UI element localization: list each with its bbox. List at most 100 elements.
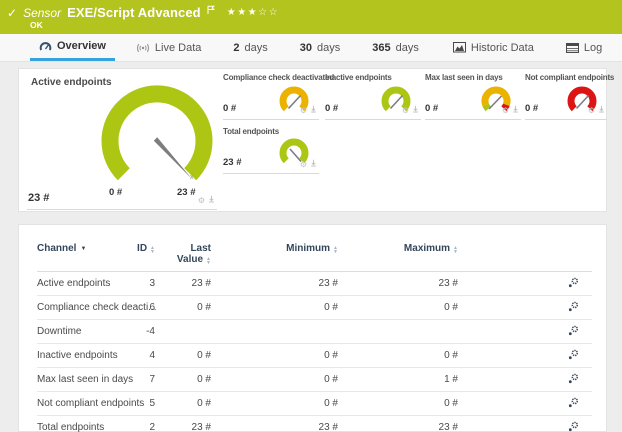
table-row: Not compliant endpoints 5 0 # 0 # 0 # — [37, 392, 592, 416]
table-row: Compliance check deacti... 6 0 # 0 # 0 # — [37, 296, 592, 320]
pin-icon[interactable] — [598, 100, 605, 118]
channel-last-value: 23 # — [155, 416, 211, 432]
channel-last-value: 0 # — [155, 368, 211, 392]
channel-settings-icon[interactable] — [568, 376, 579, 387]
channel-maximum: 1 # — [338, 368, 458, 392]
channels-table: Channel ID LastValue Minimum Maximum Act… — [37, 241, 592, 432]
sort-icon — [150, 246, 155, 254]
gear-icon[interactable] — [300, 100, 307, 118]
tab-historic-data[interactable]: Historic Data — [444, 34, 543, 61]
channel-settings-icon[interactable] — [568, 328, 579, 339]
gauge-title: Not compliant endpoints — [525, 73, 614, 82]
sensor-status-text: OK — [30, 20, 43, 30]
channel-last-value — [155, 320, 211, 344]
tab-log-label: Log — [584, 42, 602, 54]
priority-stars[interactable]: ★★★☆☆ — [227, 7, 279, 18]
channel-minimum: 0 # — [211, 392, 338, 416]
gauge-current-value: 23 # — [28, 192, 49, 204]
gauge-max-last-seen: Max last seen in days 0 # — [425, 73, 521, 120]
channel-minimum: 0 # — [211, 296, 338, 320]
channel-minimum — [211, 320, 338, 344]
table-header-row: Channel ID LastValue Minimum Maximum — [37, 241, 592, 272]
tab-live-data[interactable]: Live Data — [127, 34, 210, 61]
gauge-title: Total endpoints — [223, 127, 279, 136]
tab-overview[interactable]: Overview — [30, 34, 115, 61]
gauge-needle — [577, 96, 589, 109]
pin-icon[interactable] — [208, 190, 215, 208]
column-header-id[interactable]: ID — [117, 241, 155, 272]
sensor-tab-bar: Overview Live Data 2 days 30 days 365 da… — [0, 34, 622, 62]
gauge-inactive-endpoints: Inactive endpoints 0 # — [325, 73, 421, 120]
object-kind-label: Sensor — [23, 6, 61, 20]
channel-maximum: 0 # — [338, 296, 458, 320]
gauge-active-endpoints: Active endpoints x 0 # 23 # 23 # — [27, 71, 217, 210]
gauge-current-value: 0 # — [223, 103, 236, 114]
channel-settings-icon[interactable] — [568, 424, 579, 432]
gauge-needle — [391, 96, 403, 109]
channel-name: Max last seen in days — [37, 368, 117, 392]
log-list-icon — [566, 43, 579, 53]
channel-name: Not compliant endpoints — [37, 392, 117, 416]
sort-icon — [333, 246, 338, 254]
tab-365-days-number: 365 — [372, 42, 390, 54]
channel-settings-icon[interactable] — [568, 280, 579, 291]
channel-settings-icon[interactable] — [568, 304, 579, 315]
active-endpoints-gauge-chart — [99, 83, 215, 199]
table-row: Total endpoints 2 23 # 23 # 23 # — [37, 416, 592, 432]
gauge-needle — [154, 137, 192, 179]
pin-icon[interactable] — [310, 154, 317, 172]
tab-log[interactable]: Log — [557, 34, 611, 61]
channel-name: Total endpoints — [37, 416, 117, 432]
pin-icon[interactable] — [512, 100, 519, 118]
needle-tip-marker: x — [190, 174, 194, 181]
column-header-settings — [458, 241, 592, 272]
sensor-title: EXE/Script Advanced — [67, 5, 201, 20]
table-row: Downtime -4 — [37, 320, 592, 344]
gear-icon[interactable] — [588, 100, 595, 118]
table-row: Max last seen in days 7 0 # 0 # 1 # — [37, 368, 592, 392]
gear-icon[interactable] — [300, 154, 307, 172]
tab-2-days[interactable]: 2 days — [224, 34, 276, 61]
gauge-title: Compliance check deactivated — [223, 73, 334, 82]
column-header-last-value[interactable]: LastValue — [155, 241, 211, 272]
channel-name: Compliance check deacti... — [37, 296, 117, 320]
channel-minimum: 0 # — [211, 344, 338, 368]
column-header-maximum[interactable]: Maximum — [338, 241, 458, 272]
channel-maximum: 0 # — [338, 392, 458, 416]
channel-last-value: 0 # — [155, 344, 211, 368]
tab-overview-label: Overview — [57, 40, 106, 52]
gear-icon[interactable] — [502, 100, 509, 118]
gauge-max-label: 23 # — [177, 187, 196, 198]
column-header-channel[interactable]: Channel — [37, 241, 117, 272]
tab-365-days-unit: days — [396, 42, 419, 54]
chart-icon — [453, 42, 466, 53]
column-header-minimum[interactable]: Minimum — [211, 241, 338, 272]
gauge-current-value: 0 # — [425, 103, 438, 114]
gauge-not-compliant: Not compliant endpoints 0 # — [525, 73, 607, 120]
gear-icon[interactable] — [198, 190, 205, 208]
status-check-icon: ✓ — [7, 6, 17, 20]
gauge-arc — [110, 94, 204, 174]
tab-365-days[interactable]: 365 days — [363, 34, 428, 61]
channel-last-value: 0 # — [155, 296, 211, 320]
tab-30-days[interactable]: 30 days — [291, 34, 350, 61]
gear-icon[interactable] — [402, 100, 409, 118]
gauge-current-value: 0 # — [325, 103, 338, 114]
channel-settings-icon[interactable] — [568, 352, 579, 363]
channel-name: Active endpoints — [37, 272, 117, 296]
prtg-sensor-page: ✓ Sensor EXE/Script Advanced ★★★☆☆ OK Ov… — [0, 0, 622, 432]
channel-last-value: 23 # — [155, 272, 211, 296]
channel-settings-icon[interactable] — [568, 400, 579, 411]
tab-live-data-label: Live Data — [155, 42, 201, 54]
gauge-needle — [489, 96, 502, 109]
table-row: Inactive endpoints 4 0 # 0 # 0 # — [37, 344, 592, 368]
channel-name: Inactive endpoints — [37, 344, 117, 368]
pin-icon[interactable] — [412, 100, 419, 118]
flag-icon[interactable] — [207, 2, 215, 20]
channel-minimum: 0 # — [211, 368, 338, 392]
channel-name: Downtime — [37, 320, 117, 344]
gauges-panel: Active endpoints x 0 # 23 # 23 # Complia… — [18, 68, 607, 212]
channel-maximum — [338, 320, 458, 344]
pin-icon[interactable] — [310, 100, 317, 118]
tab-30-days-unit: days — [317, 42, 340, 54]
